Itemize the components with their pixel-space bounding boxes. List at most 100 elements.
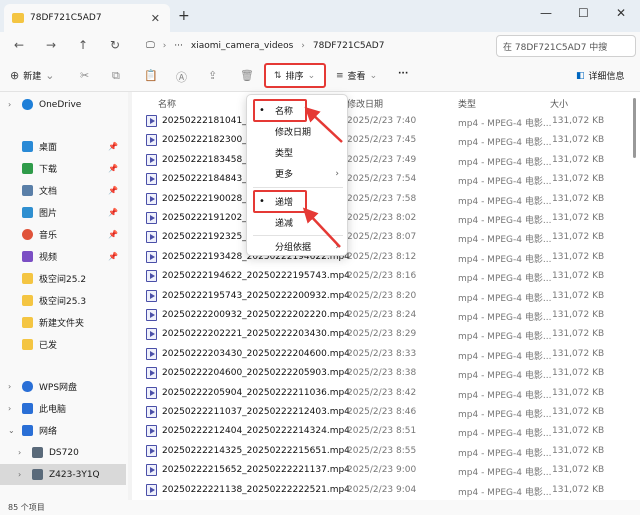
file-type: mp4 - MPEG-4 电影... [458, 410, 552, 420]
pin-icon[interactable]: 📌 [108, 230, 118, 239]
forward-arrow-icon[interactable]: → [46, 38, 56, 52]
file-row[interactable]: 20250222202221_20250222203430.mp4 2025/2/… [132, 325, 640, 344]
video-icon [22, 251, 33, 262]
sidebar-item-desktop[interactable]: 桌面 📌 [0, 136, 126, 157]
file-size: 131,072 KB [552, 329, 605, 340]
address-bar[interactable]: 🖵 › ··· xiaomi_camera_videos › 78DF721C5… [140, 35, 490, 57]
file-row[interactable]: 20250222204600_20250222205903.mp4 2025/2/… [132, 364, 640, 383]
close-button[interactable]: ✕ [616, 6, 626, 20]
up-arrow-icon[interactable]: ↑ [78, 38, 88, 52]
file-name: 20250222184843_20 [162, 174, 259, 185]
file-date: 2025/2/23 9:00 [347, 465, 417, 476]
chevron-down-icon[interactable]: ⌄ [8, 426, 15, 435]
sidebar-item-videos[interactable]: 视频 📌 [0, 246, 126, 267]
file-row[interactable]: 20250222221138_20250222222521.mp4 2025/2/… [132, 481, 640, 500]
file-row[interactable]: 20250222192325_20 2025/2/23 8:07 mp4 - MPE… [132, 228, 640, 247]
file-row[interactable]: 20250222200932_20250222202220.mp4 2025/2/… [132, 306, 640, 325]
file-date: 2025/2/23 7:45 [347, 135, 417, 146]
file-type: mp4 - MPEG-4 电影... [458, 138, 552, 149]
new-button[interactable]: ⊕ 新建 ⌄ [10, 69, 54, 82]
annotation-arrow [304, 106, 343, 143]
file-row[interactable]: 20250222211037_20250222212403.mp4 2025/2/… [132, 403, 640, 422]
minimize-button[interactable]: — [540, 6, 552, 20]
paste-icon[interactable]: 📋 [144, 69, 158, 82]
breadcrumb-xiaomi-camera-videos[interactable]: xiaomi_camera_videos [191, 41, 293, 51]
pin-icon[interactable]: 📌 [108, 186, 118, 195]
new-tab-button[interactable]: + [178, 8, 190, 24]
search-input[interactable]: 在 78DF721C5AD7 中搜 [496, 35, 636, 57]
maximize-button[interactable]: ☐ [578, 6, 589, 20]
file-row[interactable]: 20250222212404_20250222214324.mp4 2025/2/… [132, 422, 640, 441]
tab-78df721c5ad7[interactable]: 78DF721C5AD7 ✕ [4, 4, 170, 32]
sidebar-item-downloads[interactable]: 下载 📌 [0, 158, 126, 179]
file-row[interactable]: 20250222205904_20250222211036.mp4 2025/2/… [132, 384, 640, 403]
file-name: 20250222211037_20250222212403.mp4 [162, 407, 350, 417]
tab-close-icon[interactable]: ✕ [151, 12, 160, 25]
file-row[interactable]: 20250222191202_20 2025/2/23 8:02 mp4 - MPE… [132, 209, 640, 228]
sidebar-item-wps-cloud[interactable]: › WPS网盘 [0, 376, 126, 397]
file-name: 20250222214325_20250222215651.mp4 [162, 445, 350, 456]
file-date: 2025/2/23 8:38 [347, 368, 417, 379]
more-options-button[interactable]: ··· [398, 69, 408, 79]
sidebar-item-new-folder[interactable]: 新建文件夹 [0, 312, 126, 333]
breadcrumb-more[interactable]: ··· [174, 41, 183, 51]
sidebar-item-onedrive[interactable]: › OneDrive [0, 94, 126, 115]
file-row[interactable]: 20250222193428_20250222194622.mp4 2025/2/… [132, 248, 640, 267]
chevron-right-icon[interactable]: › [18, 448, 21, 457]
scrollbar-thumb[interactable] [633, 98, 636, 158]
sidebar-item-documents[interactable]: 文档 📌 [0, 180, 126, 201]
view-button[interactable]: ≡ 查看 ⌄ [336, 69, 377, 83]
file-row[interactable]: 20250222195743_20250222200932.mp4 2025/2/… [132, 287, 640, 306]
sidebar-item-label: 音乐 [39, 231, 58, 241]
share-icon[interactable]: ⇪ [208, 69, 217, 82]
pin-icon[interactable]: 📌 [108, 142, 118, 151]
sidebar-item-network[interactable]: ⌄ 网络 [0, 420, 126, 441]
back-arrow-icon[interactable]: ← [14, 38, 24, 52]
video-file-icon [146, 153, 157, 166]
file-row[interactable]: 20250222194622_20250222195743.mp4 2025/2/… [132, 267, 640, 286]
scrollbar[interactable] [632, 92, 638, 498]
file-row[interactable]: 20250222214325_20250222215651.mp4 2025/2/… [132, 442, 640, 461]
column-header-type[interactable]: 类型 [458, 94, 476, 112]
pin-icon[interactable]: 📌 [108, 208, 118, 217]
file-row[interactable]: 20250222183458_20 2025/2/23 7:49 mp4 - MPE… [132, 151, 640, 170]
sidebar-item-label: WPS网盘 [39, 383, 78, 393]
file-row[interactable]: 20250222190028_20 2025/2/23 7:58 mp4 - MPE… [132, 190, 640, 209]
chevron-right-icon[interactable]: › [18, 470, 21, 479]
file-row[interactable]: 20250222182300_20 2025/2/23 7:45 mp4 - MPE… [132, 131, 640, 150]
sidebar-item-folder-25-2[interactable]: 极空间25.2 [0, 268, 126, 289]
sidebar-item-music[interactable]: 音乐 📌 [0, 224, 126, 245]
file-row[interactable]: 20250222203430_20250222204600.mp4 2025/2/… [132, 345, 640, 364]
rename-icon[interactable]: Ⓐ [176, 69, 187, 85]
menu-item-more[interactable]: 更多 › [247, 163, 347, 184]
file-row[interactable]: 20250222181041_20 2025/2/23 7:40 mp4 - MPE… [132, 112, 640, 131]
delete-icon[interactable]: 🗑 [240, 69, 254, 82]
sidebar-item-this-pc[interactable]: › 此电脑 [0, 398, 126, 419]
breadcrumb-current-folder[interactable]: 78DF721C5AD7 [313, 41, 385, 51]
column-header-date[interactable]: 修改日期 [347, 94, 383, 112]
cut-icon[interactable]: ✂ [80, 69, 89, 82]
sort-button[interactable]: ⇅ 排序 ⌄ [264, 63, 326, 88]
file-row[interactable]: 20250222215652_20250222221137.mp4 2025/2/… [132, 461, 640, 480]
sidebar-item-pictures[interactable]: 图片 📌 [0, 202, 126, 223]
sidebar-item-sent[interactable]: 已发 [0, 334, 126, 355]
plus-circle-icon: ⊕ [10, 69, 20, 82]
sidebar-item-ds720[interactable]: › DS720 [0, 442, 126, 463]
column-header-name[interactable]: 名称 [158, 94, 176, 112]
chevron-right-icon[interactable]: › [8, 404, 11, 413]
pin-icon[interactable]: 📌 [108, 164, 118, 173]
file-date: 2025/2/23 8:29 [347, 329, 417, 340]
sidebar-item-z423[interactable]: › Z423-3Y1Q [0, 464, 126, 485]
pin-icon[interactable]: 📌 [108, 252, 118, 261]
file-row[interactable]: 20250222184843_20 2025/2/23 7:54 mp4 - MPE… [132, 170, 640, 189]
document-icon [22, 185, 33, 196]
copy-icon[interactable]: ⧉ [112, 69, 120, 83]
column-header-size[interactable]: 大小 [550, 94, 568, 112]
chevron-right-icon[interactable]: › [8, 100, 11, 109]
refresh-icon[interactable]: ↻ [110, 38, 120, 52]
details-pane-button[interactable]: ◧ 详细信息 [576, 69, 625, 83]
sidebar-item-folder-25-3[interactable]: 极空间25.3 [0, 290, 126, 311]
file-date: 2025/2/23 8:12 [347, 251, 417, 262]
folder-icon [22, 317, 33, 328]
chevron-right-icon[interactable]: › [8, 382, 11, 391]
